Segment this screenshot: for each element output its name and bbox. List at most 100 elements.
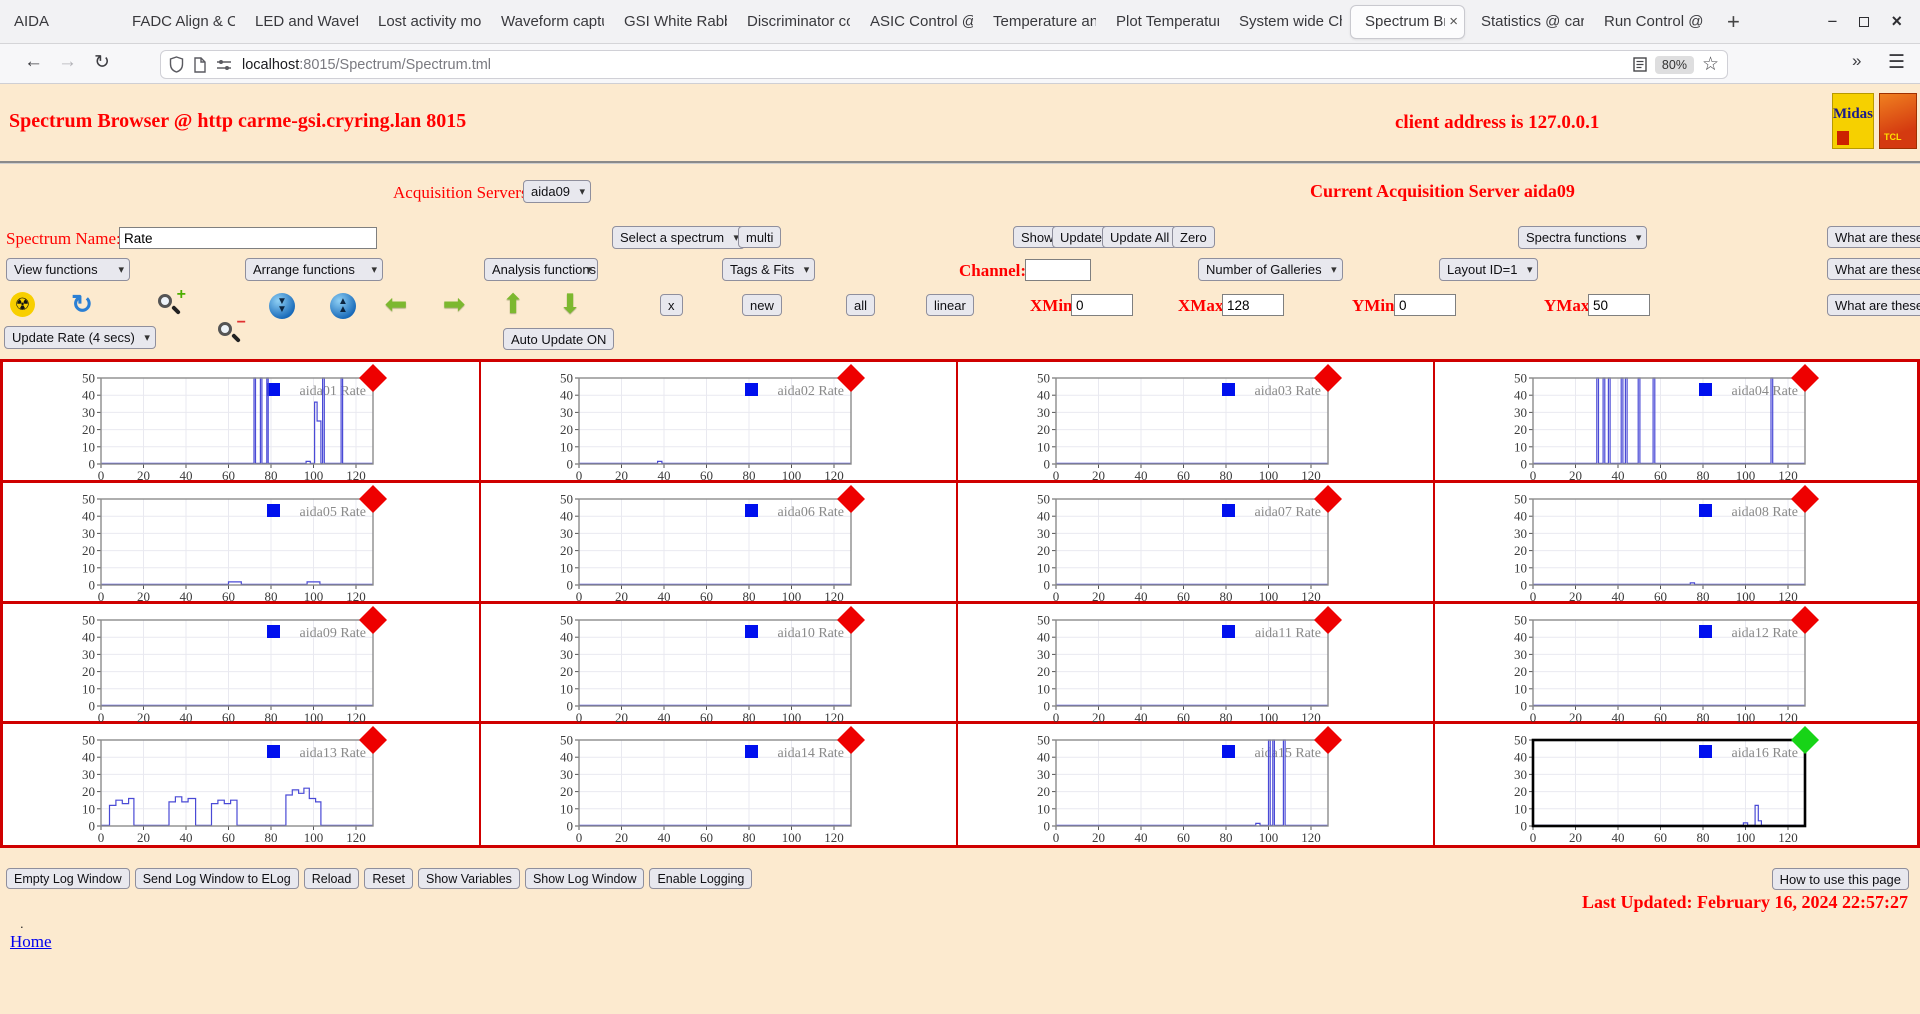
analysis-functions-select[interactable]: Analysis functions▾ — [484, 258, 598, 281]
update-all-button[interactable]: Update All — [1102, 226, 1177, 248]
reload-icon[interactable]: ↻ — [94, 51, 110, 74]
browser-tab-waveform-captu[interactable]: Waveform captu — [487, 0, 610, 44]
send-log-window-to-elog-button[interactable]: Send Log Window to ELog — [135, 868, 299, 889]
spectrum-chart-aida01[interactable]: aida01 Rate01020304050020406080100120 — [55, 362, 395, 484]
back-icon[interactable]: ← — [24, 51, 43, 73]
spectrum-chart-aida10[interactable]: aida10 Rate01020304050020406080100120 — [533, 604, 873, 726]
spectrum-chart-aida08[interactable]: aida08 Rate01020304050020406080100120 — [1487, 483, 1827, 605]
arrow-right-icon[interactable]: ➡ — [440, 290, 468, 318]
browser-tab-discriminator-co[interactable]: Discriminator co — [733, 0, 856, 44]
browser-tab-spectrum-bro[interactable]: Spectrum Bro× — [1350, 5, 1465, 39]
spectrum-chart-aida07[interactable]: aida07 Rate01020304050020406080100120 — [1010, 483, 1350, 605]
linear-button[interactable]: linear — [926, 294, 974, 316]
x-axis-button[interactable]: x — [660, 294, 683, 316]
what-are-these-button-3[interactable]: What are these? — [1827, 294, 1920, 316]
new-tab-button[interactable]: + — [1713, 9, 1754, 35]
spectrum-chart-aida06[interactable]: aida06 Rate01020304050020406080100120 — [533, 483, 873, 605]
ymin-input[interactable] — [1394, 294, 1456, 316]
multi-button[interactable]: multi — [738, 226, 781, 248]
zoom-in-icon[interactable]: + — [156, 292, 184, 320]
channel-input[interactable] — [1025, 259, 1091, 281]
new-button[interactable]: new — [742, 294, 782, 316]
select-spectrum-select[interactable]: Select a spectrum▾ — [612, 226, 745, 249]
browser-tab-lost-activity-mo[interactable]: Lost activity mo — [364, 0, 487, 44]
show-log-window-button[interactable]: Show Log Window — [525, 868, 645, 889]
acquisition-server-select[interactable]: aida09▾ — [523, 180, 591, 203]
arrow-left-icon[interactable]: ⬅ — [382, 290, 410, 318]
spectrum-cell-aida15[interactable]: aida15 Rate01020304050020406080100120 — [958, 724, 1435, 845]
number-of-galleries-select[interactable]: Number of Galleries▾ — [1198, 258, 1343, 281]
spectrum-cell-aida05[interactable]: aida05 Rate01020304050020406080100120 — [3, 483, 481, 604]
browser-tab-statistics-car[interactable]: Statistics @ car — [1467, 0, 1590, 44]
shield-icon[interactable] — [169, 56, 184, 73]
scroll-up-circle-icon[interactable]: ▲▲ — [329, 292, 357, 320]
ymax-input[interactable] — [1588, 294, 1650, 316]
url-bar[interactable]: localhost:8015/Spectrum/Spectrum.tml 80%… — [160, 50, 1728, 79]
spectrum-chart-aida12[interactable]: aida12 Rate01020304050020406080100120 — [1487, 604, 1827, 726]
arrow-down-icon[interactable]: ⬇ — [556, 290, 584, 318]
xmax-input[interactable] — [1222, 294, 1284, 316]
spectrum-cell-aida03[interactable]: aida03 Rate01020304050020406080100120 — [958, 362, 1435, 483]
spectrum-cell-aida12[interactable]: aida12 Rate01020304050020406080100120 — [1435, 604, 1917, 725]
spectra-functions-select[interactable]: Spectra functions▾ — [1518, 226, 1647, 249]
tags-fits-select[interactable]: Tags & Fits▾ — [722, 258, 815, 281]
spectrum-chart-aida14[interactable]: aida14 Rate01020304050020406080100120 — [533, 724, 873, 846]
spectrum-cell-aida02[interactable]: aida02 Rate01020304050020406080100120 — [481, 362, 958, 483]
close-window-icon[interactable]: × — [1891, 11, 1902, 32]
spectrum-cell-aida16[interactable]: aida16 Rate01020304050020406080100120 — [1435, 724, 1917, 845]
spectrum-cell-aida11[interactable]: aida11 Rate01020304050020406080100120 — [958, 604, 1435, 725]
spectrum-cell-aida09[interactable]: aida09 Rate01020304050020406080100120 — [3, 604, 481, 725]
spectrum-cell-aida13[interactable]: aida13 Rate01020304050020406080100120 — [3, 724, 481, 845]
reset-button[interactable]: Reset — [364, 868, 413, 889]
what-are-these-button-1[interactable]: What are these? — [1827, 226, 1920, 248]
home-link[interactable]: Home — [10, 932, 52, 952]
how-to-use-button[interactable]: How to use this page — [1772, 868, 1909, 890]
forward-icon[interactable]: → — [58, 51, 77, 73]
update-rate-select[interactable]: Update Rate (4 secs)▾ — [4, 326, 156, 349]
spectrum-chart-aida03[interactable]: aida03 Rate01020304050020406080100120 — [1010, 362, 1350, 484]
spectrum-chart-aida13[interactable]: aida13 Rate01020304050020406080100120 — [55, 724, 395, 846]
tab-close-icon[interactable]: × — [1449, 13, 1458, 30]
reload-button[interactable]: Reload — [304, 868, 360, 889]
browser-tab-fadc-align-c[interactable]: FADC Align & C — [118, 0, 241, 44]
browser-tab-aida[interactable]: AIDA — [0, 0, 118, 44]
spectrum-chart-aida11[interactable]: aida11 Rate01020304050020406080100120 — [1010, 604, 1350, 726]
spectrum-name-input[interactable] — [119, 227, 377, 249]
hamburger-menu-icon[interactable]: ☰ — [1888, 51, 1905, 74]
refresh-icon[interactable]: ↻ — [68, 290, 96, 318]
view-functions-select[interactable]: View functions▾ — [6, 258, 130, 281]
browser-tab-gsi-white-rabb[interactable]: GSI White Rabb — [610, 0, 733, 44]
spectrum-cell-aida10[interactable]: aida10 Rate01020304050020406080100120 — [481, 604, 958, 725]
browser-tab-temperature-an[interactable]: Temperature an — [979, 0, 1102, 44]
reader-view-icon[interactable] — [1633, 57, 1647, 72]
browser-tab-system-wide-ch[interactable]: System wide Ch — [1225, 0, 1348, 44]
spectrum-chart-aida16[interactable]: aida16 Rate01020304050020406080100120 — [1487, 724, 1827, 846]
all-button[interactable]: all — [846, 294, 875, 316]
minimize-icon[interactable]: − — [1828, 12, 1838, 32]
scroll-down-circle-icon[interactable]: ▼▼ — [268, 292, 296, 320]
arrow-up-icon[interactable]: ⬆ — [499, 290, 527, 318]
xmin-input[interactable] — [1071, 294, 1133, 316]
auto-update-button[interactable]: Auto Update ON — [503, 328, 614, 350]
spectrum-cell-aida07[interactable]: aida07 Rate01020304050020406080100120 — [958, 483, 1435, 604]
permissions-sliders-icon[interactable] — [216, 58, 232, 72]
enable-logging-button[interactable]: Enable Logging — [649, 868, 752, 889]
spectrum-chart-aida05[interactable]: aida05 Rate01020304050020406080100120 — [55, 483, 395, 605]
browser-tab-led-and-wavefo[interactable]: LED and Wavefo — [241, 0, 364, 44]
spectrum-cell-aida06[interactable]: aida06 Rate01020304050020406080100120 — [481, 483, 958, 604]
spectrum-cell-aida04[interactable]: aida04 Rate01020304050020406080100120 — [1435, 362, 1917, 483]
spectrum-cell-aida08[interactable]: aida08 Rate01020304050020406080100120 — [1435, 483, 1917, 604]
show-variables-button[interactable]: Show Variables — [418, 868, 520, 889]
zoom-level-badge[interactable]: 80% — [1655, 56, 1694, 74]
browser-tab-plot-temperatur[interactable]: Plot Temperatur — [1102, 0, 1225, 44]
overflow-chevrons-icon[interactable]: » — [1852, 51, 1861, 71]
zero-button[interactable]: Zero — [1172, 226, 1215, 248]
spectrum-cell-aida14[interactable]: aida14 Rate01020304050020406080100120 — [481, 724, 958, 845]
page-icon[interactable] — [193, 57, 207, 73]
layout-id-select[interactable]: Layout ID=1▾ — [1439, 258, 1538, 281]
spectrum-chart-aida09[interactable]: aida09 Rate01020304050020406080100120 — [55, 604, 395, 726]
spectrum-chart-aida15[interactable]: aida15 Rate01020304050020406080100120 — [1010, 724, 1350, 846]
what-are-these-button-2[interactable]: What are these? — [1827, 258, 1920, 280]
browser-tab-asic-control[interactable]: ASIC Control @ — [856, 0, 979, 44]
url-text[interactable]: localhost:8015/Spectrum/Spectrum.tml — [242, 57, 1633, 73]
